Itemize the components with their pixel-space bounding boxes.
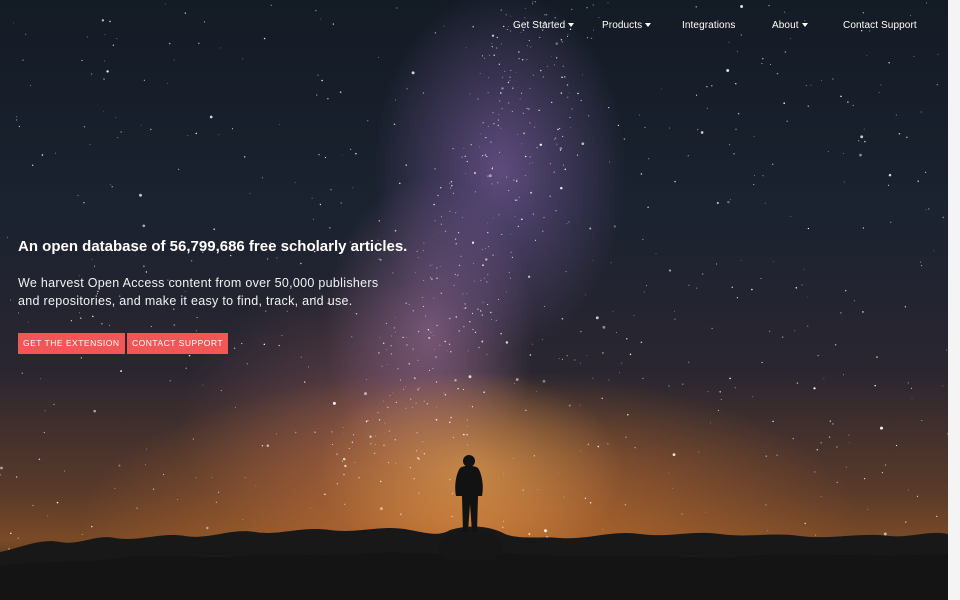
hero-headline: An open database of 56,799,686 free scho…: [18, 238, 408, 255]
chevron-down-icon: [801, 23, 808, 27]
chevron-down-icon: [645, 23, 652, 27]
top-navigation: Get Started Products Integrations About …: [0, 19, 948, 35]
contact-support-button[interactable]: CONTACT SUPPORT: [127, 333, 229, 354]
get-extension-button[interactable]: GET THE EXTENSION: [18, 333, 125, 354]
nav-item-about[interactable]: About: [772, 19, 808, 33]
chevron-down-icon: [568, 23, 575, 27]
nav-item-integrations[interactable]: Integrations: [682, 19, 735, 33]
person-silhouette: [438, 455, 502, 560]
nav-item-get-started[interactable]: Get Started: [513, 19, 575, 33]
nav-item-products[interactable]: Products: [602, 19, 652, 33]
hero-subtext: We harvest Open Access content from over…: [18, 276, 379, 308]
hero-background: Get Started Products Integrations About …: [0, 0, 948, 600]
nav-item-contact-support[interactable]: Contact Support: [843, 19, 917, 33]
